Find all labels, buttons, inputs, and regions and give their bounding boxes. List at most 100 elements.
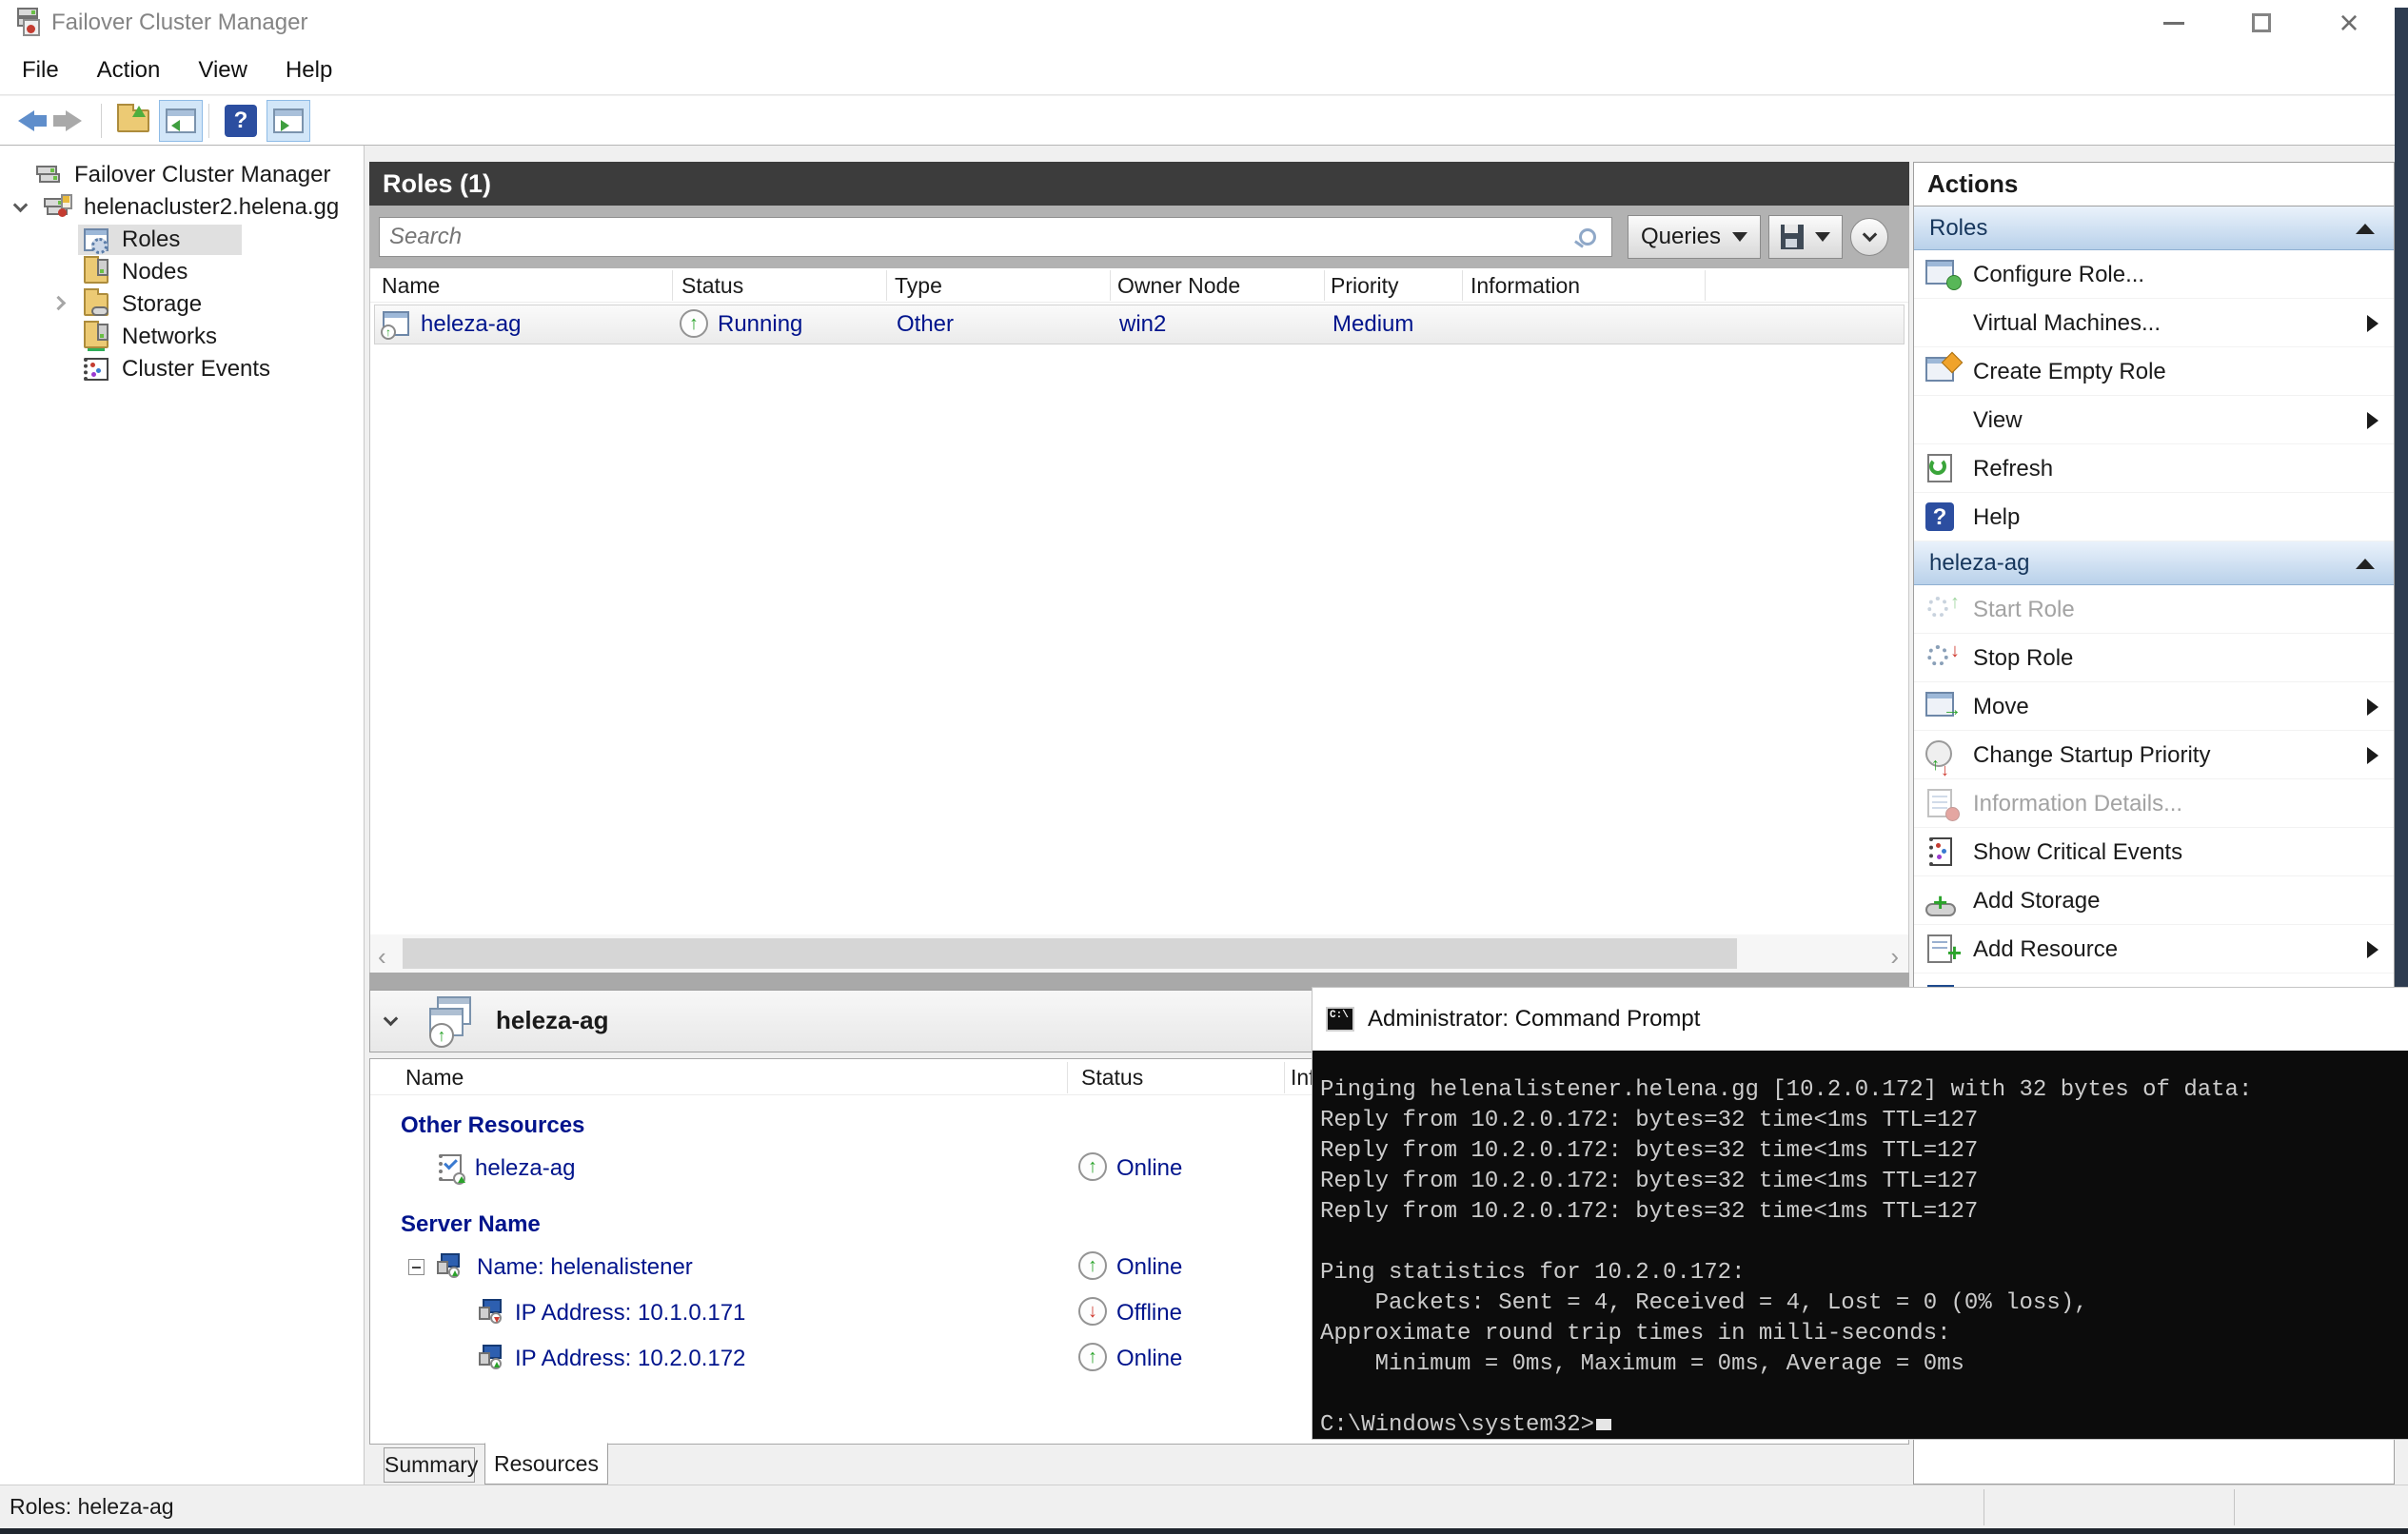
back-button[interactable]	[4, 100, 48, 142]
menu-view[interactable]: View	[182, 47, 264, 94]
help-button[interactable]: ?	[219, 100, 263, 142]
column-divider[interactable]	[1705, 270, 1706, 301]
search-box[interactable]	[379, 217, 1612, 257]
search-input[interactable]	[380, 224, 1579, 250]
resource-name: IP Address: 10.2.0.172	[515, 1346, 746, 1371]
online-status-icon: ↑	[1078, 1152, 1107, 1181]
show-critical-events-icon	[1925, 836, 1962, 870]
column-divider[interactable]	[886, 270, 887, 301]
action-refresh[interactable]: Refresh	[1914, 444, 2394, 493]
action-change-startup-priority[interactable]: ↑ ↓ Change Startup Priority	[1914, 731, 2394, 779]
action-create-empty-role[interactable]: Create Empty Role	[1914, 347, 2394, 396]
help-icon: ?	[1925, 501, 1962, 535]
console-prompt-line: C:\Windows\system32>	[1320, 1410, 2408, 1439]
ip-address-icon	[479, 1299, 503, 1324]
tree-item-cluster[interactable]: helenacluster2.helena.gg	[0, 191, 364, 224]
save-query-button[interactable]	[1768, 215, 1843, 259]
action-move[interactable]: → Move	[1914, 682, 2394, 731]
maximize-button[interactable]	[2231, 0, 2292, 46]
tree-item-label: Cluster Events	[122, 356, 271, 382]
scroll-right-icon[interactable]: ›	[1890, 942, 1899, 972]
minimize-icon	[2163, 21, 2184, 25]
command-prompt-title-bar[interactable]: C:\ Administrator: Command Prompt	[1313, 988, 2408, 1051]
column-status[interactable]: Status	[681, 273, 743, 299]
window-title: Failover Cluster Manager	[51, 10, 308, 35]
actions-section-heleza-ag[interactable]: heleza-ag	[1914, 541, 2394, 585]
column-priority[interactable]: Priority	[1331, 273, 1399, 299]
menu-action[interactable]: Action	[81, 47, 177, 94]
close-button[interactable]: ×	[2319, 0, 2379, 46]
nodes-icon	[84, 256, 109, 284]
collapse-expander-icon[interactable]	[408, 1259, 424, 1275]
tree-item-root[interactable]: Failover Cluster Manager	[0, 159, 364, 191]
console-line: Reply from 10.2.0.172: bytes=32 time<1ms…	[1320, 1199, 1979, 1225]
scroll-left-icon[interactable]: ‹	[378, 942, 386, 972]
actions-section-roles[interactable]: Roles	[1914, 206, 2394, 250]
collapse-search-button[interactable]	[1850, 218, 1888, 256]
column-name[interactable]: Name	[382, 273, 440, 299]
submenu-arrow-icon	[2367, 315, 2378, 332]
console-output[interactable]: Pinging helenalistener.helena.gg [10.2.0…	[1313, 1051, 2408, 1439]
queries-button[interactable]: Queries	[1628, 215, 1761, 259]
maximize-icon	[2252, 13, 2271, 32]
action-help[interactable]: ? Help	[1914, 493, 2394, 541]
tab-summary[interactable]: Summary	[384, 1447, 478, 1483]
action-add-storage[interactable]: + Add Storage	[1914, 876, 2394, 925]
action-configure-role[interactable]: Configure Role...	[1914, 250, 2394, 299]
chevron-down-icon[interactable]	[12, 197, 29, 213]
column-divider[interactable]	[672, 270, 673, 301]
forward-button[interactable]	[51, 100, 95, 142]
console-line: Approximate round trip times in milli-se…	[1320, 1321, 1951, 1347]
column-status[interactable]: Status	[1081, 1065, 1143, 1091]
column-divider[interactable]	[1110, 270, 1111, 301]
tree-item-nodes[interactable]: Nodes	[0, 256, 364, 288]
tree-item-label: Failover Cluster Manager	[74, 162, 331, 187]
horizontal-scrollbar[interactable]: ‹ ›	[369, 934, 1909, 973]
role-name: heleza-ag	[421, 311, 522, 337]
tree-item-roles[interactable]: Roles	[0, 224, 364, 256]
chevron-right-icon[interactable]	[50, 295, 67, 311]
group-heading: Other Resources	[401, 1112, 585, 1138]
add-storage-icon: +	[1925, 884, 1962, 918]
group-heading: Server Name	[401, 1211, 541, 1237]
tab-resources[interactable]: Resources	[484, 1443, 608, 1485]
chevron-down-icon[interactable]	[383, 1011, 399, 1027]
column-information[interactable]: Information	[1470, 273, 1580, 299]
up-one-level-button[interactable]	[111, 100, 155, 142]
table-row[interactable]: ↑ heleza-ag ↑ Running Other win2 Medium	[374, 305, 1905, 344]
failover-cluster-manager-icon	[13, 8, 44, 38]
show-hide-console-tree-button[interactable]	[159, 99, 203, 142]
scrollbar-thumb[interactable]	[403, 938, 1737, 969]
submenu-arrow-icon	[2367, 698, 2378, 716]
command-prompt-window[interactable]: C:\ Administrator: Command Prompt Pingin…	[1313, 988, 2408, 1439]
column-type[interactable]: Type	[895, 273, 942, 299]
minimize-button[interactable]	[2143, 0, 2204, 46]
create-empty-role-icon	[1925, 351, 1964, 389]
collapse-section-icon[interactable]	[2356, 224, 2375, 234]
ip-address-icon	[479, 1345, 503, 1369]
action-virtual-machines[interactable]: Virtual Machines...	[1914, 299, 2394, 347]
column-owner-node[interactable]: Owner Node	[1117, 273, 1240, 299]
action-add-resource[interactable]: + Add Resource	[1914, 925, 2394, 974]
menu-file[interactable]: File	[6, 47, 75, 94]
column-name[interactable]: Name	[405, 1065, 464, 1091]
tree-item-networks[interactable]: Networks	[0, 321, 364, 353]
column-divider[interactable]	[1462, 270, 1463, 301]
up-one-level-icon	[117, 103, 149, 132]
column-divider[interactable]	[1324, 270, 1325, 301]
cluster-manager-icon	[36, 164, 61, 187]
status-bar: Roles: heleza-ag	[0, 1485, 2408, 1528]
action-stop-role[interactable]: ↓ Stop Role	[1914, 634, 2394, 682]
menu-help[interactable]: Help	[269, 47, 348, 94]
toolbar-separator	[208, 103, 209, 138]
action-show-critical-events[interactable]: Show Critical Events	[1914, 828, 2394, 876]
action-view[interactable]: View	[1914, 396, 2394, 444]
column-divider[interactable]	[1284, 1062, 1285, 1093]
tree-item-cluster-events[interactable]: Cluster Events	[0, 353, 364, 385]
window-bottom-edge	[0, 1528, 2408, 1534]
tree-item-storage[interactable]: Storage	[0, 288, 364, 321]
show-hide-action-pane-button[interactable]	[266, 99, 310, 142]
title-bar[interactable]: Failover Cluster Manager ×	[0, 0, 2408, 46]
column-divider[interactable]	[1067, 1062, 1068, 1093]
collapse-section-icon[interactable]	[2356, 559, 2375, 569]
